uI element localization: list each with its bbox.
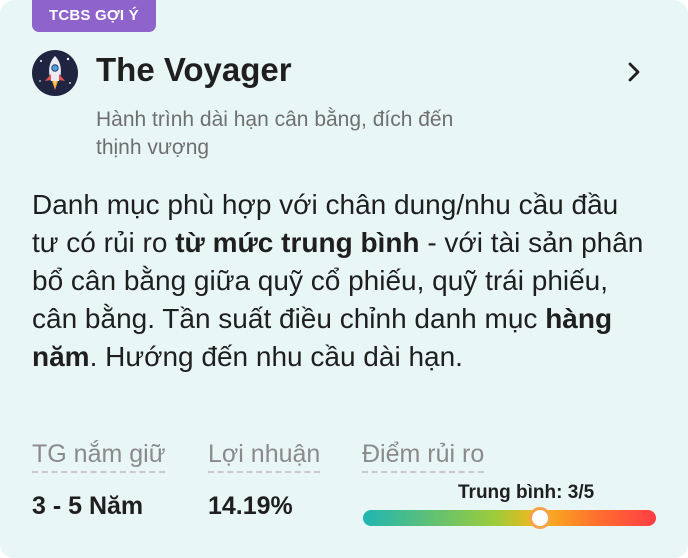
portfolio-title: The Voyager (96, 51, 292, 88)
portfolio-description: Danh mục phù hợp với chân dung/nhu cầu đ… (32, 186, 652, 376)
holding-period-value: 3 - 5 Năm (32, 492, 144, 520)
risk-score-value: Trung bình: 3/5 (458, 482, 595, 503)
holding-period-label[interactable]: TG nắm giữ (32, 440, 166, 473)
return-label[interactable]: Lợi nhuận (208, 440, 321, 473)
portfolio-header[interactable]: The Voyager (32, 48, 656, 98)
description-bold-risk: từ mức trung bình (175, 227, 420, 258)
portfolio-subtitle: Hành trình dài hạn cân bằng, đích đến th… (96, 108, 454, 159)
portfolio-card[interactable]: TCBS GỢI Ý The Voyager Hành trình dài hạ… (0, 0, 688, 558)
recommend-badge: TCBS GỢI Ý (32, 0, 156, 32)
description-text-3: . Hướng đến nhu cầu dài hạn. (89, 341, 463, 372)
return-value: 14.19% (208, 492, 293, 520)
chevron-right-icon[interactable] (622, 60, 646, 84)
risk-gauge (363, 507, 656, 529)
risk-gauge-marker (528, 507, 551, 529)
risk-score-label[interactable]: Điểm rủi ro (362, 440, 485, 473)
rocket-icon (32, 50, 78, 96)
